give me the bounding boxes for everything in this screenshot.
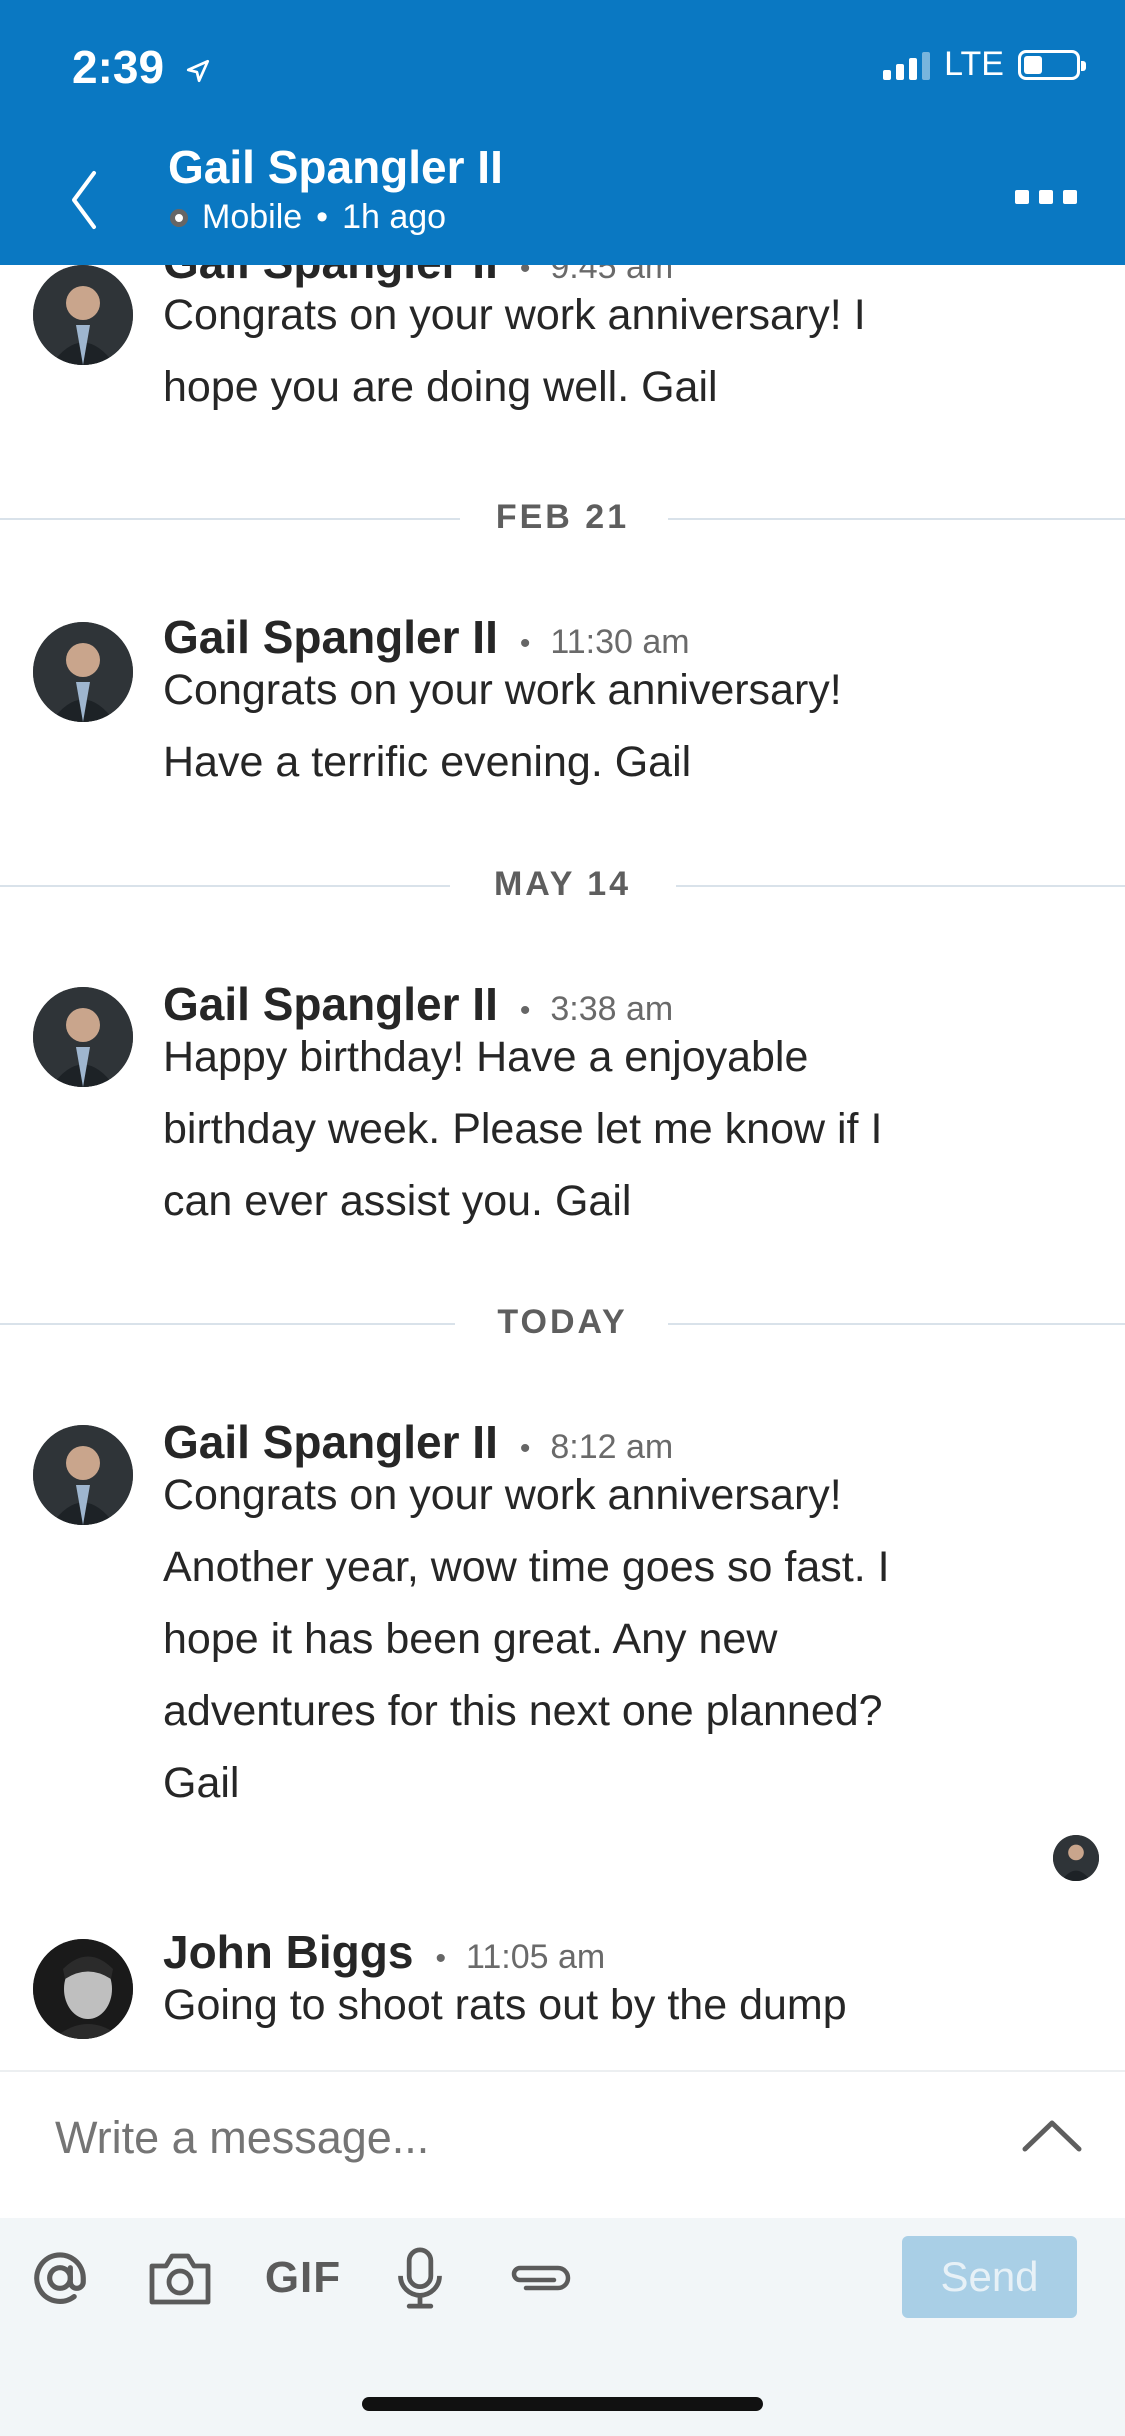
camera-icon — [149, 2253, 211, 2305]
message-text: Happy birthday! Have a enjoyable birthda… — [163, 1033, 883, 1225]
chevron-up-icon — [1022, 2120, 1082, 2152]
contact-name[interactable]: Gail Spangler II — [168, 140, 503, 194]
more-icon[interactable] — [1015, 190, 1077, 204]
message-text: Congrats on your work anniversary! Have … — [163, 666, 842, 786]
avatar[interactable] — [33, 265, 133, 365]
send-button[interactable]: Send — [902, 2236, 1077, 2318]
avatar[interactable] — [33, 1425, 133, 1525]
camera-button[interactable] — [145, 2243, 215, 2313]
avatar[interactable] — [33, 622, 133, 722]
mention-icon — [34, 2252, 86, 2305]
status-bar-time: 2:39 — [72, 40, 211, 94]
network-label: LTE — [944, 45, 1004, 83]
message-text: Going to shoot rats out by the dump — [163, 1981, 847, 2029]
message-text: Congrats on your work anniversary! I hop… — [163, 291, 866, 411]
avatar[interactable] — [33, 987, 133, 1087]
presence-dot-icon — [170, 208, 188, 227]
microphone-icon — [398, 2247, 442, 2309]
date-divider: FEB 21 — [0, 498, 1125, 538]
presence-status: Mobile • 1h ago — [170, 198, 446, 237]
home-indicator[interactable] — [362, 2397, 763, 2411]
conversation-header: 2:39 LTE Gail Spangler II Mobile • 1h ag… — [0, 0, 1125, 265]
expand-composer-button[interactable] — [1021, 2117, 1083, 2158]
message-input[interactable] — [55, 2112, 955, 2164]
date-divider: TODAY — [0, 1303, 1125, 1343]
read-receipt-avatar — [1053, 1835, 1099, 1881]
status-indicators: LTE — [883, 45, 1086, 84]
gif-icon: GIF — [264, 2253, 342, 2302]
message-feed[interactable]: Gail Spangler II • 9:45 am Congrats on y… — [0, 265, 1125, 2070]
signal-icon — [883, 50, 931, 80]
location-arrow-icon — [186, 59, 209, 82]
mention-button[interactable] — [25, 2243, 95, 2313]
attachment-button[interactable] — [503, 2243, 575, 2313]
attachment-icon — [511, 2265, 571, 2291]
avatar[interactable] — [33, 1939, 133, 2039]
voice-button[interactable] — [385, 2243, 455, 2313]
gif-button[interactable]: GIF — [263, 2243, 343, 2313]
battery-icon — [1018, 49, 1086, 80]
date-divider: MAY 14 — [0, 865, 1125, 905]
message-text: Congrats on your work anniversary! Anoth… — [163, 1471, 890, 1807]
back-chevron-icon — [72, 171, 96, 229]
message-composer — [0, 2070, 1125, 2220]
back-button[interactable] — [58, 160, 108, 240]
